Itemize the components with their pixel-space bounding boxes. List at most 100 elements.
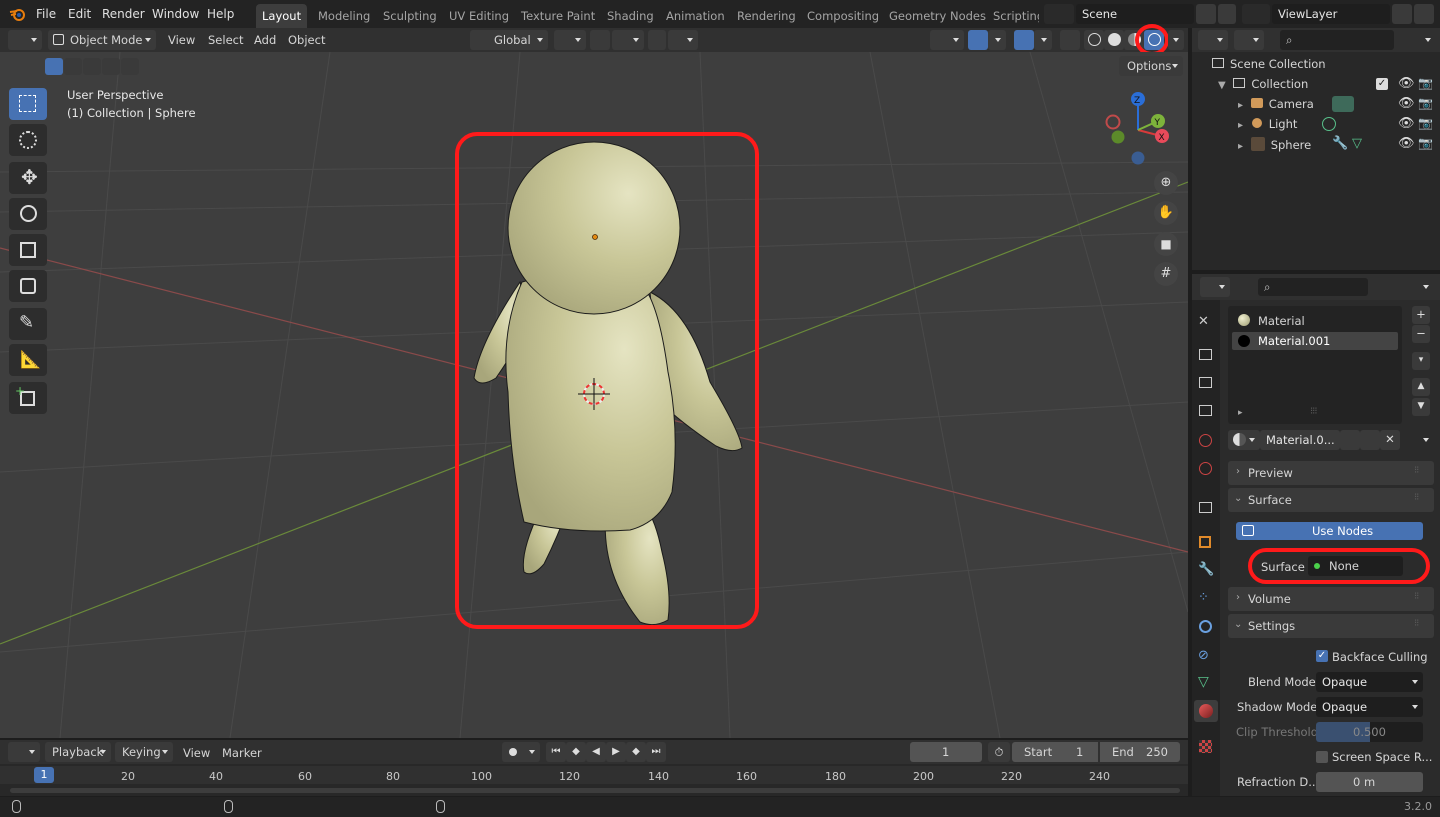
volume-panel-header[interactable]: › Volume ⁝⁝: [1228, 587, 1434, 611]
rotate-tool[interactable]: [9, 198, 47, 230]
camera-data-icon[interactable]: [1332, 96, 1354, 112]
auto-keying-button[interactable]: [502, 742, 540, 762]
tab-layout[interactable]: Layout: [256, 4, 308, 28]
new-scene-icon[interactable]: [1196, 4, 1216, 24]
menu-edit[interactable]: Edit: [68, 0, 91, 28]
frame-cursor[interactable]: 1: [34, 767, 54, 783]
data-tab-icon[interactable]: ▽: [1198, 674, 1209, 690]
viewlayer-name-field[interactable]: ViewLayer: [1272, 4, 1390, 24]
outliner-filter-icon[interactable]: [1406, 30, 1436, 50]
object-tab-icon[interactable]: [1199, 536, 1211, 548]
tab-texture-paint[interactable]: Texture Paint: [515, 4, 601, 28]
tab-rendering[interactable]: Rendering: [731, 4, 802, 28]
constraints-tab-icon[interactable]: ⊘: [1198, 648, 1209, 663]
tab-compositing[interactable]: Compositing: [801, 4, 885, 28]
move-slot-up-button[interactable]: ▲: [1412, 378, 1430, 396]
delete-viewlayer-icon[interactable]: [1414, 4, 1434, 24]
add-cube-tool[interactable]: +: [9, 382, 47, 414]
outliner-editor-type-icon[interactable]: [1198, 30, 1228, 50]
collection-visibility-eye-icon[interactable]: 👁: [1398, 76, 1415, 91]
material-tab-icon[interactable]: [1194, 700, 1218, 722]
zoom-icon[interactable]: ⊕: [1154, 171, 1178, 195]
use-nodes-button[interactable]: Use Nodes: [1236, 522, 1423, 540]
properties-search-input[interactable]: ⌕: [1258, 278, 1368, 296]
outliner-search-input[interactable]: ⌕: [1280, 30, 1394, 50]
backface-culling-checkbox[interactable]: ✓: [1316, 650, 1328, 662]
snap-target-dropdown[interactable]: [612, 30, 644, 50]
blend-mode-dropdown[interactable]: Opaque: [1316, 672, 1423, 692]
world-tab-icon[interactable]: [1199, 462, 1212, 475]
menu-help[interactable]: Help: [207, 0, 234, 28]
menu-file[interactable]: File: [36, 0, 56, 28]
light-render-icon[interactable]: 📷: [1418, 116, 1433, 130]
mode-dropdown[interactable]: Object Mode: [48, 30, 156, 50]
fake-user-shield-icon[interactable]: [1340, 430, 1360, 450]
collection-tab-icon[interactable]: [1199, 502, 1212, 513]
scene-tab-icon[interactable]: [1199, 434, 1212, 447]
outliner-display-mode-icon[interactable]: [1234, 30, 1264, 50]
tool-tab-icon[interactable]: ✕: [1198, 314, 1209, 329]
tab-uv-editing[interactable]: UV Editing: [443, 4, 515, 28]
refraction-depth-field[interactable]: 0 m: [1316, 772, 1423, 792]
shading-options-dropdown[interactable]: [1168, 30, 1184, 50]
falloff-dropdown[interactable]: [668, 30, 698, 50]
sphere-visibility-eye-icon[interactable]: 👁: [1398, 136, 1415, 151]
select-mode-intersect-icon[interactable]: [121, 58, 139, 75]
overlay-dropdown[interactable]: [1034, 30, 1052, 50]
jump-keyframe-back-icon[interactable]: ◆: [566, 742, 586, 762]
transform-orientation-dropdown[interactable]: Global: [470, 30, 548, 50]
gizmo-toggle-icon[interactable]: [968, 30, 988, 50]
add-slot-button[interactable]: +: [1412, 306, 1430, 324]
shading-wireframe-icon[interactable]: [1084, 30, 1104, 50]
modifier-wrench-icon[interactable]: 🔧: [1332, 136, 1348, 151]
blender-logo-icon[interactable]: [8, 6, 26, 22]
sphere-render-icon[interactable]: 📷: [1418, 136, 1433, 150]
pan-hand-icon[interactable]: ✋: [1154, 201, 1178, 225]
particles-tab-icon[interactable]: ⁘: [1198, 590, 1209, 605]
properties-options-icon[interactable]: [1410, 277, 1434, 297]
current-frame-field[interactable]: 1: [910, 742, 982, 762]
clip-threshold-slider[interactable]: 0.500: [1316, 722, 1423, 742]
tab-sculpting[interactable]: Sculpting: [377, 4, 443, 28]
link-mode-icon[interactable]: [1404, 430, 1434, 450]
timeline-view-menu[interactable]: View: [183, 746, 210, 760]
properties-editor-type-icon[interactable]: [1200, 277, 1230, 297]
playback-menu[interactable]: Playback: [45, 742, 111, 762]
scale-tool[interactable]: [9, 234, 47, 266]
outliner-scene-collection[interactable]: Scene Collection: [1212, 57, 1326, 71]
tab-modeling[interactable]: Modeling: [312, 4, 376, 28]
delete-scene-icon[interactable]: [1218, 4, 1236, 24]
list-resize-grip[interactable]: ⁝⁝⁝: [1310, 406, 1317, 417]
material-slot-row-selected[interactable]: Material.001: [1232, 332, 1398, 350]
light-visibility-eye-icon[interactable]: 👁: [1398, 116, 1415, 131]
select-mode-invert-icon[interactable]: [102, 58, 120, 75]
viewport-menu-add[interactable]: Add: [254, 33, 276, 47]
view-layer-tab-icon[interactable]: [1199, 405, 1212, 416]
settings-panel-header[interactable]: ⌄ Settings ⁝⁝: [1228, 614, 1434, 638]
texture-tab-icon[interactable]: [1199, 740, 1212, 753]
select-mode-new-icon[interactable]: [45, 58, 63, 75]
physics-tab-icon[interactable]: [1199, 620, 1212, 633]
move-slot-down-button[interactable]: ▼: [1412, 398, 1430, 416]
pivot-point-dropdown[interactable]: [554, 30, 586, 50]
camera-view-icon[interactable]: ■: [1154, 232, 1178, 256]
scene-selector-icon[interactable]: [1044, 4, 1074, 24]
transform-tool[interactable]: [9, 270, 47, 302]
navigation-gizmo[interactable]: Z Y X: [1098, 90, 1178, 170]
annotate-tool[interactable]: ✎: [9, 308, 47, 340]
slot-specials-button[interactable]: ▾: [1412, 352, 1430, 370]
light-data-icon[interactable]: [1322, 117, 1336, 131]
camera-visibility-eye-icon[interactable]: 👁: [1398, 96, 1415, 111]
render-tab-icon[interactable]: [1199, 349, 1212, 360]
move-tool[interactable]: ✥: [9, 162, 47, 194]
end-frame-field[interactable]: End 250: [1100, 742, 1180, 762]
xray-toggle-icon[interactable]: [1060, 30, 1080, 50]
keying-menu[interactable]: Keying: [115, 742, 173, 762]
menu-window[interactable]: Window: [152, 0, 199, 28]
tab-animation[interactable]: Animation: [660, 4, 731, 28]
snap-toggle-icon[interactable]: [590, 30, 610, 50]
outliner-item-camera[interactable]: ▸ Camera: [1238, 97, 1388, 111]
scene-name-field[interactable]: Scene: [1076, 4, 1194, 24]
viewport-menu-object[interactable]: Object: [288, 33, 325, 47]
camera-render-icon[interactable]: 📷: [1418, 96, 1433, 110]
